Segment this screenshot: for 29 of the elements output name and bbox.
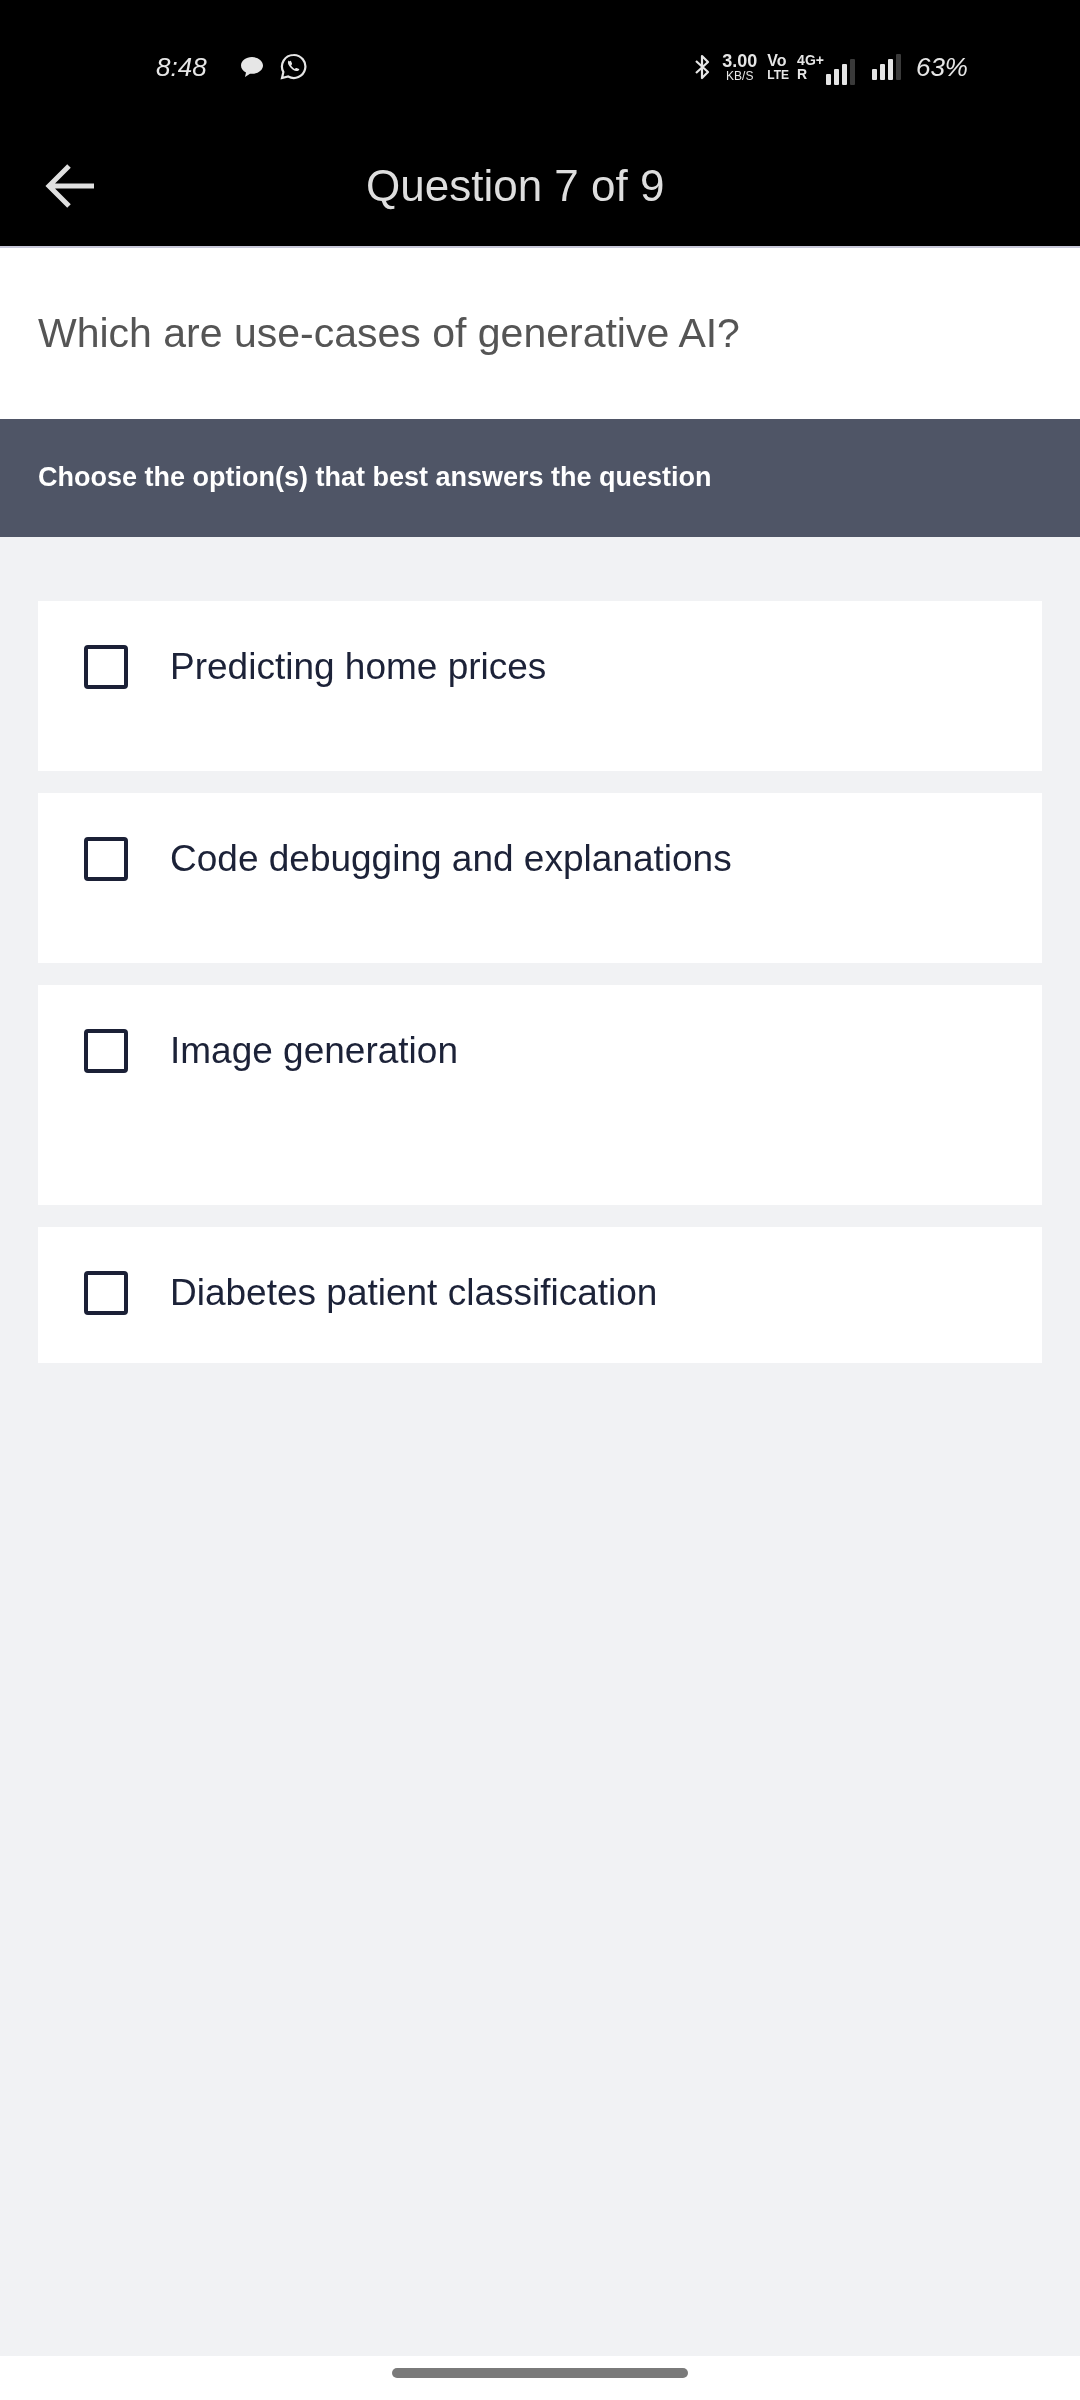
answer-option[interactable]: Diabetes patient classification [38,1227,1042,1363]
status-time: 8:48 [156,53,207,80]
option-label: Diabetes patient classification [170,1271,658,1315]
answer-option[interactable]: Code debugging and explanations [38,793,1042,963]
question-text: Which are use-cases of generative AI? [38,308,740,358]
instruction-text: Choose the option(s) that best answers the question [38,461,712,495]
battery-percent: 63% [915,53,968,80]
answer-option[interactable]: Image generation [38,985,1042,1205]
option-label: Predicting home prices [170,645,547,689]
network-speed-unit: KB/S [726,69,754,82]
signal-bars-icon [871,53,902,80]
network-speed-value: 3.00 [722,51,758,70]
checkbox[interactable] [84,837,128,881]
option-label: Image generation [170,1029,458,1073]
roaming-label: R [797,66,808,81]
back-arrow-icon [44,162,96,209]
bluetooth-icon [694,52,711,81]
network-type-label: 4G+ [797,52,824,67]
chat-bubble-icon [239,55,264,78]
phone-bubble-icon [279,53,307,80]
checkbox[interactable] [84,1271,128,1315]
lte-label: LTE [767,68,790,81]
volte-label: Vo [767,52,787,69]
checkbox[interactable] [84,1029,128,1073]
screen-title: Question 7 of 9 [366,163,665,208]
answer-option[interactable]: Predicting home prices [38,601,1042,771]
option-label: Code debugging and explanations [170,837,732,881]
checkbox[interactable] [84,645,128,689]
signal-bars-icon [825,58,856,85]
